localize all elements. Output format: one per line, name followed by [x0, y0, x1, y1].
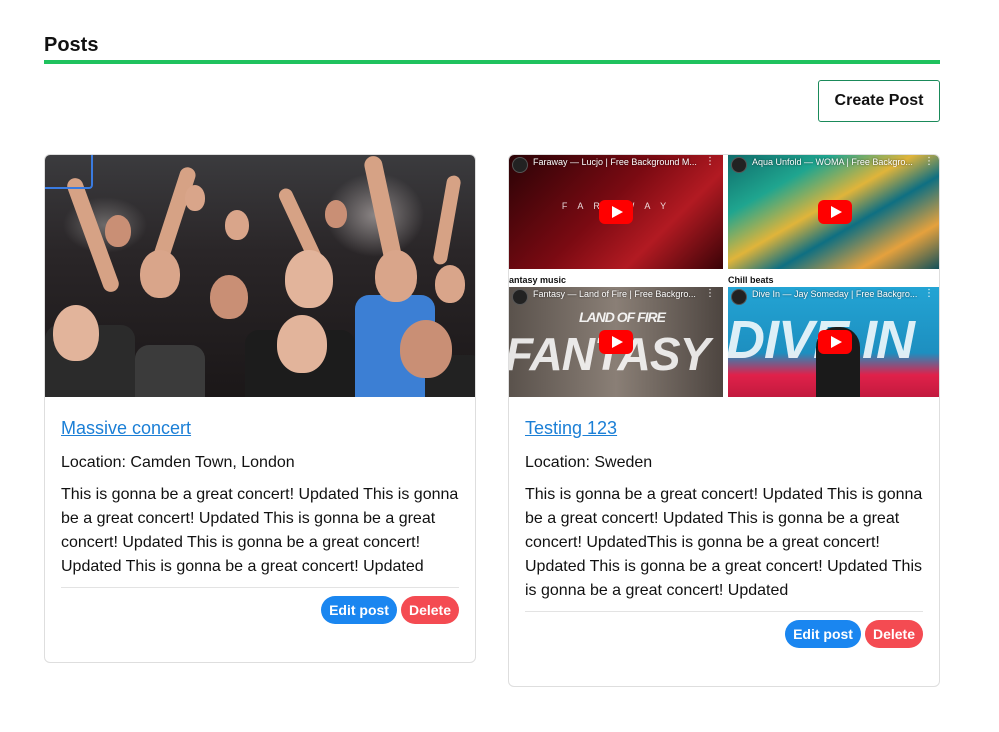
edit-post-button[interactable]: Edit post	[785, 620, 861, 648]
post-location: Location: Camden Town, London	[61, 454, 295, 471]
channel-icon	[512, 289, 528, 305]
post-actions: Edit post Delete	[525, 620, 923, 648]
video-caption: antasy music	[509, 275, 567, 285]
video-grid-screenshot: Faraway — Lucjo | Free Background M... ⋮…	[509, 155, 939, 397]
concert-crowd-photo	[45, 155, 475, 397]
post-title-link[interactable]: Testing 123	[525, 413, 923, 443]
video-thumbnail[interactable]: Aqua Unfold — WOMA | Free Backgro... ⋮	[728, 155, 939, 269]
post-title-link[interactable]: Massive concert	[61, 413, 459, 443]
edit-post-button[interactable]: Edit post	[321, 596, 397, 624]
video-title: Fantasy — Land of Fire | Free Backgro...	[533, 289, 696, 299]
post-location: Location: Sweden	[525, 454, 653, 471]
play-icon[interactable]	[599, 330, 633, 354]
video-caption: Chill beats	[728, 275, 774, 285]
post-description: This is gonna be a great concert! Update…	[525, 486, 923, 599]
selection-frame	[45, 155, 93, 189]
video-thumbnail[interactable]: Faraway — Lucjo | Free Background M... ⋮…	[509, 155, 723, 269]
post-image	[45, 155, 475, 397]
more-menu-icon[interactable]: ⋮	[705, 156, 715, 167]
play-icon[interactable]	[818, 330, 852, 354]
video-thumbnail[interactable]: Fantasy — Land of Fire | Free Backgro...…	[509, 287, 723, 397]
more-menu-icon[interactable]: ⋮	[705, 288, 715, 299]
post-body: Massive concert Location: Camden Town, L…	[61, 413, 459, 624]
post-description: This is gonna be a great concert! Update…	[61, 486, 459, 575]
channel-icon	[512, 157, 528, 173]
more-menu-icon[interactable]: ⋮	[924, 156, 934, 167]
post-actions: Edit post Delete	[61, 596, 459, 624]
post-body: Testing 123 Location: Sweden This is gon…	[525, 413, 923, 648]
page-title: Posts	[44, 34, 99, 56]
title-underline	[44, 60, 940, 64]
delete-post-button[interactable]: Delete	[864, 620, 923, 648]
play-icon[interactable]	[818, 200, 852, 224]
create-post-button[interactable]: Create Post	[818, 80, 940, 122]
video-title: Faraway — Lucjo | Free Background M...	[533, 157, 697, 167]
video-thumbnail[interactable]: Dive In — Jay Someday | Free Backgro... …	[728, 287, 939, 397]
more-menu-icon[interactable]: ⋮	[924, 288, 934, 299]
video-subtitle-text: LAND OF FIRE	[579, 309, 666, 325]
channel-icon	[731, 157, 747, 173]
video-title: Aqua Unfold — WOMA | Free Backgro...	[752, 157, 913, 167]
card-divider	[525, 611, 923, 612]
post-card: Massive concert Location: Camden Town, L…	[44, 154, 476, 663]
post-card: Faraway — Lucjo | Free Background M... ⋮…	[508, 154, 940, 687]
channel-icon	[731, 289, 747, 305]
card-divider	[61, 587, 459, 588]
posts-page: Posts Create Post Massive concert Locati…	[0, 0, 999, 732]
post-image: Faraway — Lucjo | Free Background M... ⋮…	[509, 155, 939, 397]
delete-post-button[interactable]: Delete	[400, 596, 459, 624]
video-title: Dive In — Jay Someday | Free Backgro...	[752, 289, 918, 299]
play-icon[interactable]	[599, 200, 633, 224]
